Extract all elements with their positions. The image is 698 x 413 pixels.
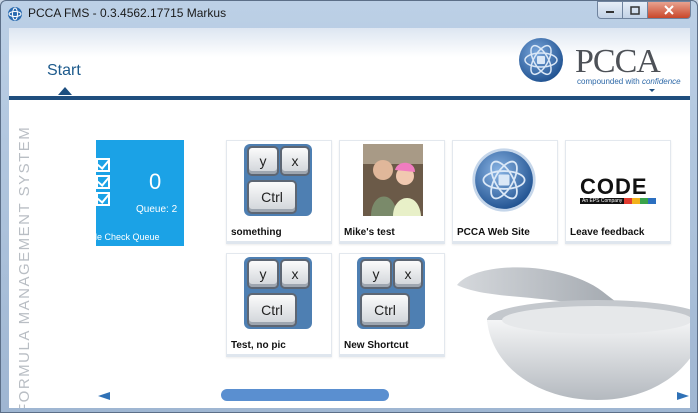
main-content: Start PCCA compounded with confidence FO…	[9, 28, 690, 408]
title-bar[interactable]: PCCA FMS - 0.3.4562.17715 Markus	[1, 1, 697, 27]
window-title: PCCA FMS - 0.3.4562.17715 Markus	[28, 6, 227, 20]
key-y: y	[247, 146, 279, 176]
tile-label: something	[231, 227, 282, 238]
scroll-right-arrow-icon[interactable]	[677, 392, 689, 400]
keyboard-shortcut-icon: y x Ctrl	[244, 144, 314, 218]
logo-caret-icon	[649, 89, 655, 92]
key-ctrl: Ctrl	[360, 293, 410, 327]
key-x: x	[393, 259, 423, 289]
pcca-logo: PCCA compounded with confidence	[517, 36, 687, 92]
keyboard-shortcut-icon: y x Ctrl	[244, 257, 314, 331]
horizontal-scrollbar-thumb[interactable]	[221, 389, 389, 401]
start-indicator-icon	[58, 87, 72, 95]
key-ctrl: Ctrl	[247, 180, 297, 214]
shortcut-tile-leave-feedback[interactable]: CODE An EPS Company Leave feedback	[565, 140, 671, 244]
app-icon	[8, 7, 22, 21]
queue-size-label: Queue: 2	[136, 204, 178, 215]
queue-tile-caption: ple Check Queue	[96, 232, 160, 242]
shortcut-tile-new-shortcut[interactable]: y x Ctrl New Shortcut	[339, 253, 445, 357]
shortcut-tile-test-no-pic[interactable]: y x Ctrl Test, no pic	[226, 253, 332, 357]
tile-label: Mike's test	[344, 227, 395, 238]
check-queue-tile[interactable]: 0 Queue: 2 ple Check Queue	[96, 140, 184, 246]
tile-label: Leave feedback	[570, 227, 645, 238]
key-x: x	[280, 259, 310, 289]
key-x: x	[280, 146, 310, 176]
header: Start PCCA compounded with confidence	[9, 28, 690, 101]
side-caption: FORMULA MANAGEMENT SYSTEM	[16, 125, 33, 408]
close-icon	[664, 5, 674, 15]
minimize-button[interactable]	[597, 1, 623, 19]
logo-tagline-emphasis: confidence	[641, 77, 681, 86]
close-button[interactable]	[647, 1, 691, 19]
code-logo-sub: An EPS Company	[580, 198, 625, 204]
photo-thumbnail	[363, 144, 423, 216]
header-divider	[9, 96, 690, 100]
shortcut-tile-pcca-web-site[interactable]: PCCA Web Site	[452, 140, 558, 244]
logo-tagline-prefix: compounded with	[577, 77, 642, 86]
queue-count: 0	[149, 169, 162, 194]
start-title[interactable]: Start	[47, 62, 81, 80]
app-window: PCCA FMS - 0.3.4562.17715 Markus Start P…	[0, 0, 698, 413]
scroll-left-arrow-icon[interactable]	[98, 392, 110, 400]
key-y: y	[360, 259, 392, 289]
tile-label: Test, no pic	[231, 340, 286, 351]
keyboard-shortcut-icon: y x Ctrl	[357, 257, 427, 331]
mortar-pestle-image	[457, 267, 690, 400]
minimize-icon	[606, 11, 614, 13]
pcca-globe-icon	[472, 148, 536, 212]
code-logo: CODE An EPS Company	[580, 174, 660, 204]
tile-label: PCCA Web Site	[457, 227, 530, 238]
logo-wordmark: PCCA	[575, 43, 661, 80]
pcca-globe-icon	[519, 38, 563, 82]
checklist-icon	[96, 158, 116, 209]
shortcut-tile-something[interactable]: y x Ctrl something	[226, 140, 332, 244]
key-ctrl: Ctrl	[247, 293, 297, 327]
maximize-button[interactable]	[622, 1, 648, 19]
key-y: y	[247, 259, 279, 289]
logo-tagline: compounded with confidence	[577, 77, 681, 86]
maximize-icon	[630, 5, 640, 15]
code-logo-word: CODE	[580, 174, 648, 199]
shortcut-tile-mikes-test[interactable]: Mike's test	[339, 140, 445, 244]
tile-label: New Shortcut	[344, 340, 409, 351]
